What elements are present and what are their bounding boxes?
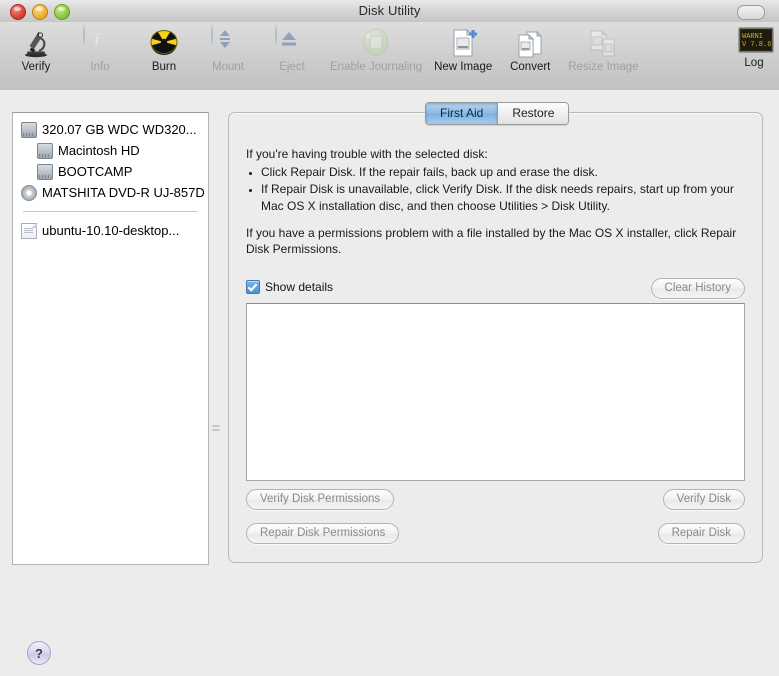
- log-console-icon: WARNI V 7.8.6: [737, 26, 774, 56]
- resize-image-icon: [586, 26, 620, 60]
- list-separator: [23, 211, 198, 212]
- toolbar-button-burn[interactable]: Burn: [132, 26, 196, 73]
- repair-disk-permissions-button[interactable]: Repair Disk Permissions: [246, 523, 400, 544]
- toolbar-button-info[interactable]: i Info: [68, 25, 132, 73]
- details-row: Show details Clear History: [246, 278, 745, 299]
- mount-updown-icon: [211, 25, 245, 60]
- info-icon: i: [83, 25, 117, 60]
- list-item[interactable]: MATSHITA DVD-R UJ-857D: [13, 182, 208, 203]
- content-area: 320.07 GB WDC WD320... Macintosh HD BOOT…: [0, 90, 779, 676]
- repair-disk-button[interactable]: Repair Disk: [657, 523, 745, 544]
- toolbar-items: Verify i Info Burn Mount Eject Enable Jo…: [4, 22, 645, 73]
- toolbar: Verify i Info Burn Mount Eject Enable Jo…: [0, 22, 779, 91]
- toolbar-button-resize-image[interactable]: Resize Image: [562, 26, 644, 73]
- disk-label: BOOTCAMP: [58, 164, 133, 179]
- log-output-area[interactable]: [246, 303, 745, 481]
- split-pane-handle[interactable]: [212, 423, 220, 435]
- new-image-icon: [446, 26, 480, 60]
- toolbar-label-log: Log: [744, 57, 764, 69]
- toolbar-button-verify[interactable]: Verify: [4, 26, 68, 73]
- disk-label: 320.07 GB WDC WD320...: [42, 122, 197, 137]
- window-title: Disk Utility: [358, 3, 421, 18]
- toolbar-label-burn: Burn: [151, 61, 177, 73]
- hard-disk-icon: [21, 121, 37, 138]
- svg-text:i: i: [95, 30, 100, 49]
- disk-sidebar[interactable]: 320.07 GB WDC WD320... Macintosh HD BOOT…: [12, 112, 209, 565]
- instructions-permissions: If you have a permissions problem with a…: [246, 225, 737, 256]
- convert-icon: [513, 26, 547, 60]
- instruction-bullet: If Repair Disk is unavailable, click Ver…: [261, 181, 746, 213]
- list-item[interactable]: ubuntu-10.10-desktop...: [13, 220, 208, 241]
- checkmark-icon: [246, 280, 260, 294]
- svg-text:V 7.8.6: V 7.8.6: [742, 41, 771, 49]
- tab-restore[interactable]: Restore: [498, 103, 569, 124]
- button-row-verify: Verify Disk Permissions Verify Disk: [246, 489, 745, 511]
- toolbar-label-enable-journaling: Enable Journaling: [330, 61, 423, 73]
- disk-list: 320.07 GB WDC WD320... Macintosh HD BOOT…: [13, 113, 208, 241]
- first-aid-instructions: If you're having trouble with the select…: [246, 146, 746, 266]
- eject-icon: [275, 25, 309, 60]
- volume-icon: [37, 163, 53, 180]
- help-button[interactable]: ?: [27, 641, 51, 665]
- toolbar-button-eject[interactable]: Eject: [260, 25, 324, 73]
- title-bar: Disk Utility: [0, 0, 779, 23]
- optical-disc-icon: [21, 184, 37, 201]
- list-item[interactable]: 320.07 GB WDC WD320...: [13, 119, 208, 140]
- instructions-intro: If you're having trouble with the select…: [246, 147, 488, 161]
- toolbar-label-resize-image: Resize Image: [568, 61, 639, 73]
- show-details-label: Show details: [265, 280, 334, 294]
- journaling-sphere-icon: [359, 26, 393, 60]
- disk-label: Macintosh HD: [58, 143, 140, 158]
- verify-disk-button[interactable]: Verify Disk: [662, 489, 745, 510]
- toolbar-label-eject: Eject: [279, 61, 305, 73]
- show-details-checkbox[interactable]: Show details: [246, 280, 333, 294]
- list-item[interactable]: BOOTCAMP: [13, 161, 208, 182]
- toolbar-button-log[interactable]: WARNI V 7.8.6 Log: [737, 26, 774, 69]
- disk-label: MATSHITA DVD-R UJ-857D: [42, 185, 205, 200]
- disk-image-icon: [21, 222, 37, 239]
- instructions-bullets: Click Repair Disk. If the repair fails, …: [246, 164, 746, 214]
- panel-tabs: First Aid Restore: [425, 102, 570, 125]
- list-item[interactable]: Macintosh HD: [13, 140, 208, 161]
- instruction-bullet: Click Repair Disk. If the repair fails, …: [261, 164, 746, 180]
- toolbar-button-mount[interactable]: Mount: [196, 25, 260, 73]
- verify-disk-permissions-button[interactable]: Verify Disk Permissions: [246, 489, 395, 510]
- toolbar-button-convert[interactable]: Convert: [498, 26, 562, 73]
- toolbar-button-enable-journaling[interactable]: Enable Journaling: [324, 26, 428, 73]
- volume-icon: [37, 142, 53, 159]
- toolbar-label-verify: Verify: [21, 61, 51, 73]
- microscope-icon: [19, 26, 53, 60]
- clear-history-button[interactable]: Clear History: [650, 278, 745, 299]
- toolbar-toggle-button[interactable]: [737, 5, 765, 20]
- svg-text:WARNI: WARNI: [742, 33, 763, 41]
- toolbar-label-new-image: New Image: [434, 61, 493, 73]
- button-row-repair: Repair Disk Permissions Repair Disk: [246, 523, 745, 545]
- toolbar-label-mount: Mount: [212, 61, 244, 73]
- burn-radiation-icon: [147, 26, 181, 60]
- toolbar-button-new-image[interactable]: New Image: [428, 26, 498, 73]
- toolbar-label-info: Info: [90, 61, 110, 73]
- disk-utility-window: Disk Utility Verify i Info Burn Mount Ej…: [0, 0, 779, 676]
- toolbar-label-convert: Convert: [510, 61, 551, 73]
- disk-label: ubuntu-10.10-desktop...: [42, 223, 180, 238]
- first-aid-panel: First Aid Restore If you're having troub…: [228, 102, 763, 563]
- tab-first-aid[interactable]: First Aid: [426, 103, 499, 124]
